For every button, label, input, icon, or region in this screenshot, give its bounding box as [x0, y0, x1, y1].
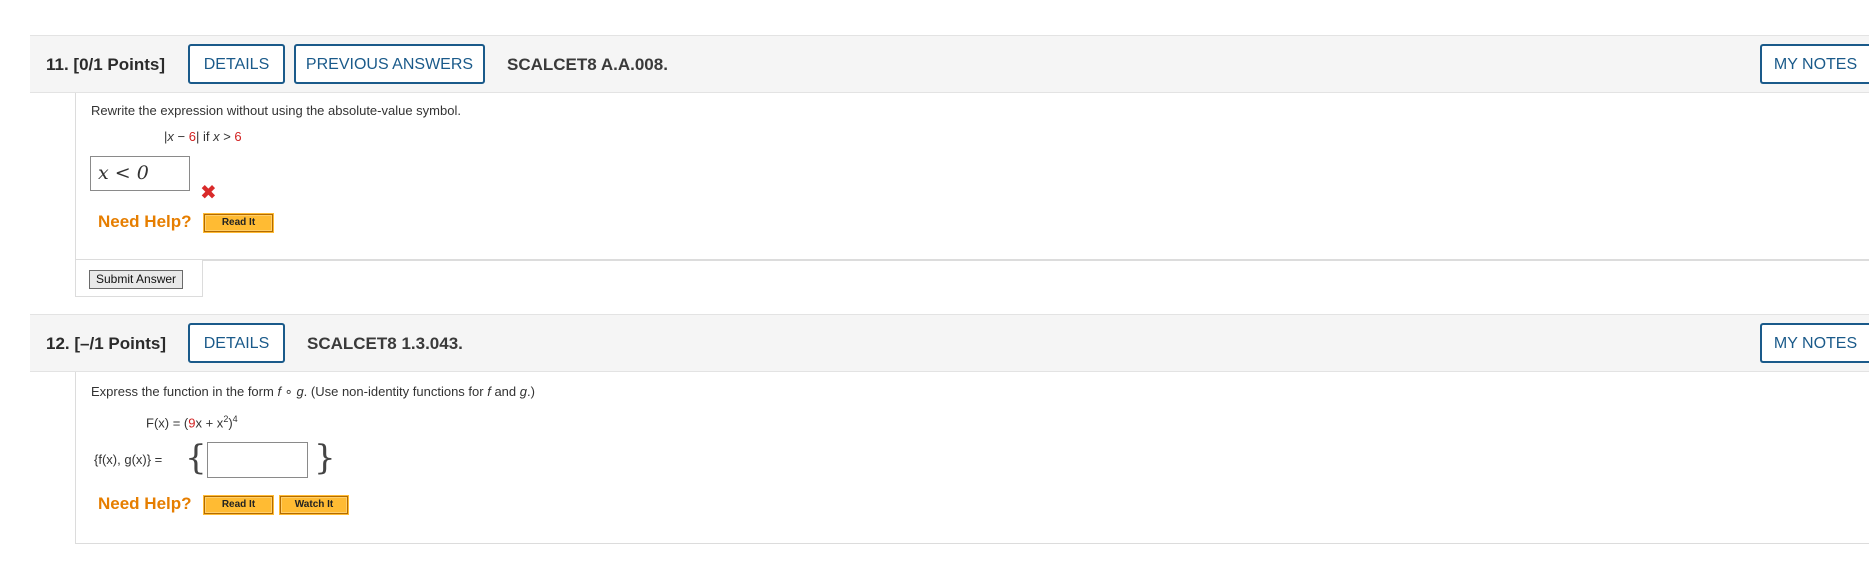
answer-input[interactable] [207, 442, 308, 478]
my-notes-button[interactable]: MY NOTES [1760, 323, 1869, 363]
answer-value [208, 448, 215, 470]
question-11-title: 11. [0/1 Points] [46, 55, 166, 74]
answer-value: x < 0 [98, 162, 149, 184]
my-notes-button[interactable]: MY NOTES [1760, 44, 1869, 84]
expr-constant: 6 [188, 129, 196, 144]
read-it-button[interactable]: Read It [203, 213, 274, 233]
prompt-g: g [519, 384, 527, 399]
pair-label: {f(x), g(x)} = [94, 452, 163, 467]
compose-symbol: ∘ [281, 384, 297, 399]
prompt-text: Express the function in the form [91, 384, 278, 399]
question-11-body: Rewrite the expression without using the… [75, 93, 1869, 260]
close-brace: } [314, 438, 336, 478]
details-button[interactable]: DETAILS [188, 44, 285, 84]
question-prompt: Rewrite the expression without using the… [91, 103, 461, 118]
previous-answers-button[interactable]: PREVIOUS ANSWERS [294, 44, 485, 84]
answer-input[interactable]: x < 0 [90, 156, 190, 191]
need-help-label: Need Help? [98, 212, 192, 231]
open-brace: { [185, 438, 207, 478]
question-11-header: 11. [0/1 Points] DETAILS PREVIOUS ANSWER… [30, 35, 1869, 93]
prompt-text: and [490, 384, 520, 399]
expr-if: if [199, 129, 214, 144]
question-reference: SCALCET8 1.3.043. [307, 334, 463, 353]
question-prompt: Express the function in the form f ∘ g. … [91, 384, 535, 400]
question-12-header: 12. [–/1 Points] DETAILS SCALCET8 1.3.04… [30, 314, 1869, 372]
function-definition: F(x) = (9x + x2)4 [146, 414, 238, 430]
func-body: x + x [195, 415, 224, 431]
details-button[interactable]: DETAILS [188, 323, 285, 363]
expression: |x − 6| if x > 6 [164, 129, 242, 144]
expr-gt: > [219, 129, 235, 144]
prompt-text: .) [526, 384, 535, 399]
func-lhs: F(x) = ( [146, 415, 189, 431]
prompt-g: g [296, 384, 304, 399]
read-it-button[interactable]: Read It [203, 495, 274, 515]
question-12-body: Express the function in the form f ∘ g. … [75, 372, 1869, 544]
watch-it-button[interactable]: Watch It [279, 495, 349, 515]
expr-constant: 6 [234, 129, 242, 144]
submit-panel-border [202, 260, 1869, 297]
prompt-text: . (Use non-identity functions for [303, 384, 488, 399]
question-12-title: 12. [–/1 Points] [46, 334, 166, 353]
question-reference: SCALCET8 A.A.008. [507, 55, 668, 74]
submit-answer-button[interactable]: Submit Answer [89, 270, 184, 289]
need-help-label: Need Help? [98, 494, 192, 513]
expr-minus: − [173, 129, 189, 144]
func-power: 4 [232, 414, 238, 424]
incorrect-x-icon: ✖ [200, 182, 217, 204]
